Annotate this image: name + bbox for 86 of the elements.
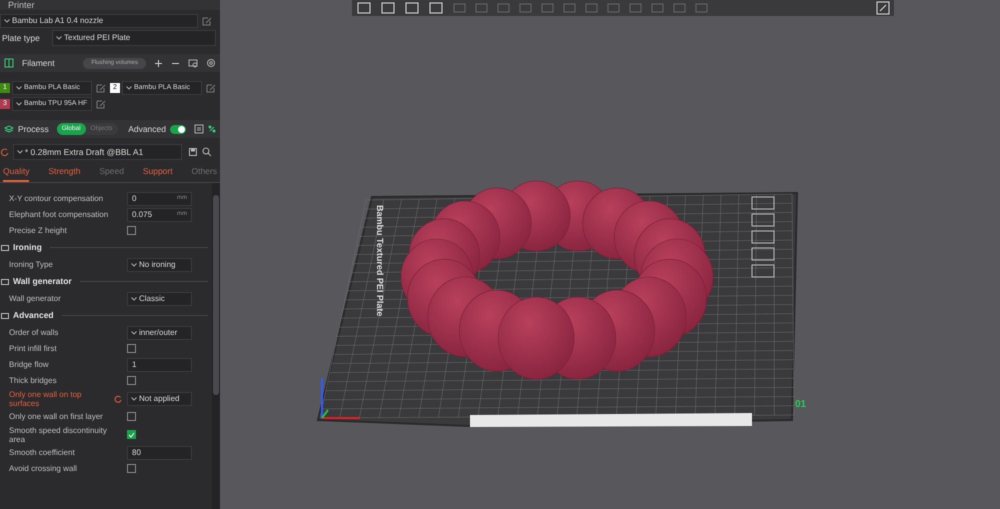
add-icon[interactable] bbox=[154, 58, 163, 68]
dropdown-value: No ironing bbox=[139, 258, 176, 271]
process-preset-dropdown[interactable]: * 0.28mm Extra Draft @BBL A1 bbox=[12, 144, 182, 160]
edit-icon[interactable] bbox=[206, 83, 216, 93]
advanced-label: Advanced bbox=[128, 122, 166, 136]
caret-icon[interactable] bbox=[56, 36, 62, 40]
reset-icon[interactable] bbox=[114, 394, 122, 403]
plate-tool-icon[interactable] bbox=[752, 196, 774, 210]
group-title: Ironing bbox=[13, 241, 42, 254]
compare-icon[interactable] bbox=[208, 124, 216, 134]
caret-icon[interactable] bbox=[16, 86, 22, 90]
edit-icon[interactable] bbox=[96, 83, 106, 93]
caret-icon[interactable] bbox=[16, 150, 23, 154]
setting-input[interactable]: 80 bbox=[127, 446, 192, 460]
section-icon[interactable] bbox=[1, 312, 9, 320]
plate-tool-icon[interactable] bbox=[752, 264, 774, 278]
filament-icon[interactable] bbox=[4, 58, 14, 68]
caret-icon[interactable] bbox=[131, 262, 137, 267]
dropdown-value: Bambu Lab A1 0.4 nozzle bbox=[12, 15, 104, 27]
settings-icon[interactable] bbox=[206, 58, 216, 68]
group-title: Wall generator bbox=[13, 275, 72, 288]
setting-label: Avoid crossing wall bbox=[8, 464, 78, 474]
save-icon[interactable] bbox=[188, 147, 198, 157]
setting-input[interactable]: 1 bbox=[127, 358, 192, 372]
settings-tab[interactable]: Quality bbox=[3, 165, 30, 182]
plate-tool-icon[interactable] bbox=[752, 248, 774, 260]
setting-label: Smooth coefficient bbox=[8, 448, 76, 458]
checkbox[interactable] bbox=[127, 464, 136, 474]
dropdown-value: Not applied bbox=[139, 392, 180, 405]
setting-label: Elephant foot compensation bbox=[8, 210, 109, 220]
setting-label: Wall generator bbox=[8, 294, 62, 304]
caret-icon[interactable] bbox=[131, 296, 137, 301]
plate-tool-icon[interactable] bbox=[752, 214, 774, 226]
dropdown-value: Classic bbox=[139, 292, 165, 305]
checkbox[interactable] bbox=[127, 412, 136, 422]
setting-dropdown[interactable]: inner/outer bbox=[127, 326, 192, 340]
checkbox[interactable] bbox=[127, 376, 136, 386]
group-title: Advanced bbox=[13, 309, 54, 322]
setting-label: Print infill first bbox=[8, 344, 58, 354]
dropdown-value: inner/outer bbox=[139, 326, 178, 339]
checkbox[interactable] bbox=[127, 226, 136, 236]
setting-dropdown[interactable]: Not applied bbox=[127, 392, 192, 406]
search-icon[interactable] bbox=[202, 147, 212, 157]
section-icon[interactable] bbox=[1, 278, 9, 286]
settings-tab[interactable]: Strength bbox=[48, 165, 80, 182]
caret-icon[interactable] bbox=[16, 102, 22, 106]
plate-type-label: Plate type bbox=[2, 32, 41, 44]
caret-icon[interactable] bbox=[131, 330, 137, 335]
setting-label: X-Y contour compensation bbox=[8, 194, 104, 204]
caret-icon[interactable] bbox=[131, 396, 137, 401]
setting-label: Precise Z height bbox=[8, 226, 68, 236]
view-icon[interactable] bbox=[876, 1, 890, 15]
caret-icon[interactable] bbox=[126, 86, 132, 90]
input-value: 0 bbox=[132, 192, 136, 205]
printer-dropdown[interactable]: Bambu Lab A1 0.4 nozzle bbox=[0, 14, 198, 28]
setting-dropdown[interactable]: No ironing bbox=[127, 258, 192, 272]
checkbox[interactable] bbox=[127, 344, 136, 354]
setting-label: Bridge flow bbox=[8, 360, 50, 370]
section-title: Process bbox=[18, 122, 49, 136]
edit-icon[interactable] bbox=[202, 16, 212, 26]
setting-label: Thick bridges bbox=[8, 376, 58, 386]
caret-icon[interactable] bbox=[4, 19, 10, 23]
setting-label: Only one wall on top surfaces bbox=[8, 390, 82, 408]
setting-dropdown[interactable]: Classic bbox=[127, 292, 192, 306]
checkbox[interactable] bbox=[127, 430, 136, 440]
settings-tab[interactable]: Support bbox=[142, 165, 173, 182]
layers-icon[interactable] bbox=[4, 124, 14, 134]
section-title: Filament bbox=[22, 56, 56, 70]
reset-icon[interactable] bbox=[0, 147, 9, 157]
list-icon[interactable] bbox=[194, 124, 204, 134]
panel-title: Printer bbox=[8, 1, 35, 10]
setting-label: Only one wall on first layer bbox=[8, 412, 104, 422]
input-value: 0.075 bbox=[132, 208, 152, 221]
plate-type-dropdown[interactable]: Textured PEI Plate bbox=[52, 30, 216, 46]
axes-icon bbox=[321, 378, 360, 419]
dropdown-value: * 0.28mm Extra Draft @BBL A1 bbox=[24, 146, 144, 158]
plate-tool-icon[interactable] bbox=[752, 230, 774, 244]
dropdown-value: Textured PEI Plate bbox=[64, 32, 130, 44]
plate-label: Bambu Textured PEI Plate bbox=[375, 205, 385, 316]
setting-label: Smooth speed discontinuity area bbox=[8, 426, 108, 444]
advanced-toggle[interactable] bbox=[170, 124, 186, 134]
scrollbar-thumb[interactable] bbox=[213, 194, 219, 395]
setting-label: Ironing Type bbox=[8, 260, 54, 270]
setting-label: Order of walls bbox=[8, 328, 60, 338]
edit-icon[interactable] bbox=[96, 99, 106, 109]
section-icon[interactable] bbox=[1, 244, 9, 252]
